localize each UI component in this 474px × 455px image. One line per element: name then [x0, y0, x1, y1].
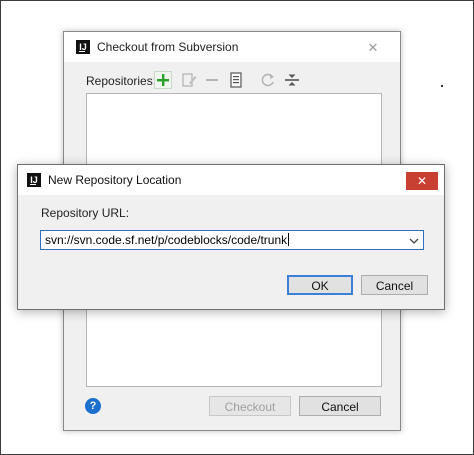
- repository-url-input[interactable]: svn://svn.code.sf.net/p/codeblocks/code/…: [45, 233, 290, 247]
- stray-dot: [441, 85, 443, 87]
- add-icon[interactable]: [154, 71, 172, 89]
- collapse-icon[interactable]: [283, 71, 301, 89]
- remove-icon[interactable]: [203, 71, 221, 89]
- chevron-down-icon[interactable]: [408, 235, 420, 247]
- help-icon[interactable]: ?: [85, 398, 101, 414]
- refresh-icon[interactable]: [259, 71, 277, 89]
- checkout-close-button[interactable]: ✕: [360, 40, 386, 56]
- repository-url-label: Repository URL:: [41, 206, 130, 220]
- checkout-cancel-button[interactable]: Cancel: [299, 396, 381, 416]
- repositories-label: Repositories:: [86, 74, 157, 88]
- ok-button[interactable]: OK: [287, 275, 353, 295]
- intellij-logo-icon: IJ: [76, 40, 90, 54]
- browse-icon[interactable]: [227, 71, 245, 89]
- checkout-button[interactable]: Checkout: [209, 396, 291, 416]
- new-repo-close-button[interactable]: ✕: [406, 172, 438, 190]
- text-caret: [288, 233, 290, 246]
- new-repo-titlebar: IJ New Repository Location ✕: [18, 165, 444, 195]
- new-repo-cancel-button[interactable]: Cancel: [361, 275, 428, 295]
- new-repository-dialog: IJ New Repository Location ✕ Repository …: [17, 164, 445, 310]
- new-repo-dialog-title: New Repository Location: [48, 173, 182, 187]
- checkout-dialog-title: Checkout from Subversion: [97, 40, 239, 54]
- edit-icon[interactable]: [180, 71, 198, 89]
- checkout-titlebar: IJ Checkout from Subversion ✕: [64, 32, 400, 62]
- repository-url-combobox[interactable]: svn://svn.code.sf.net/p/codeblocks/code/…: [40, 230, 424, 250]
- intellij-logo-icon: IJ: [27, 173, 41, 187]
